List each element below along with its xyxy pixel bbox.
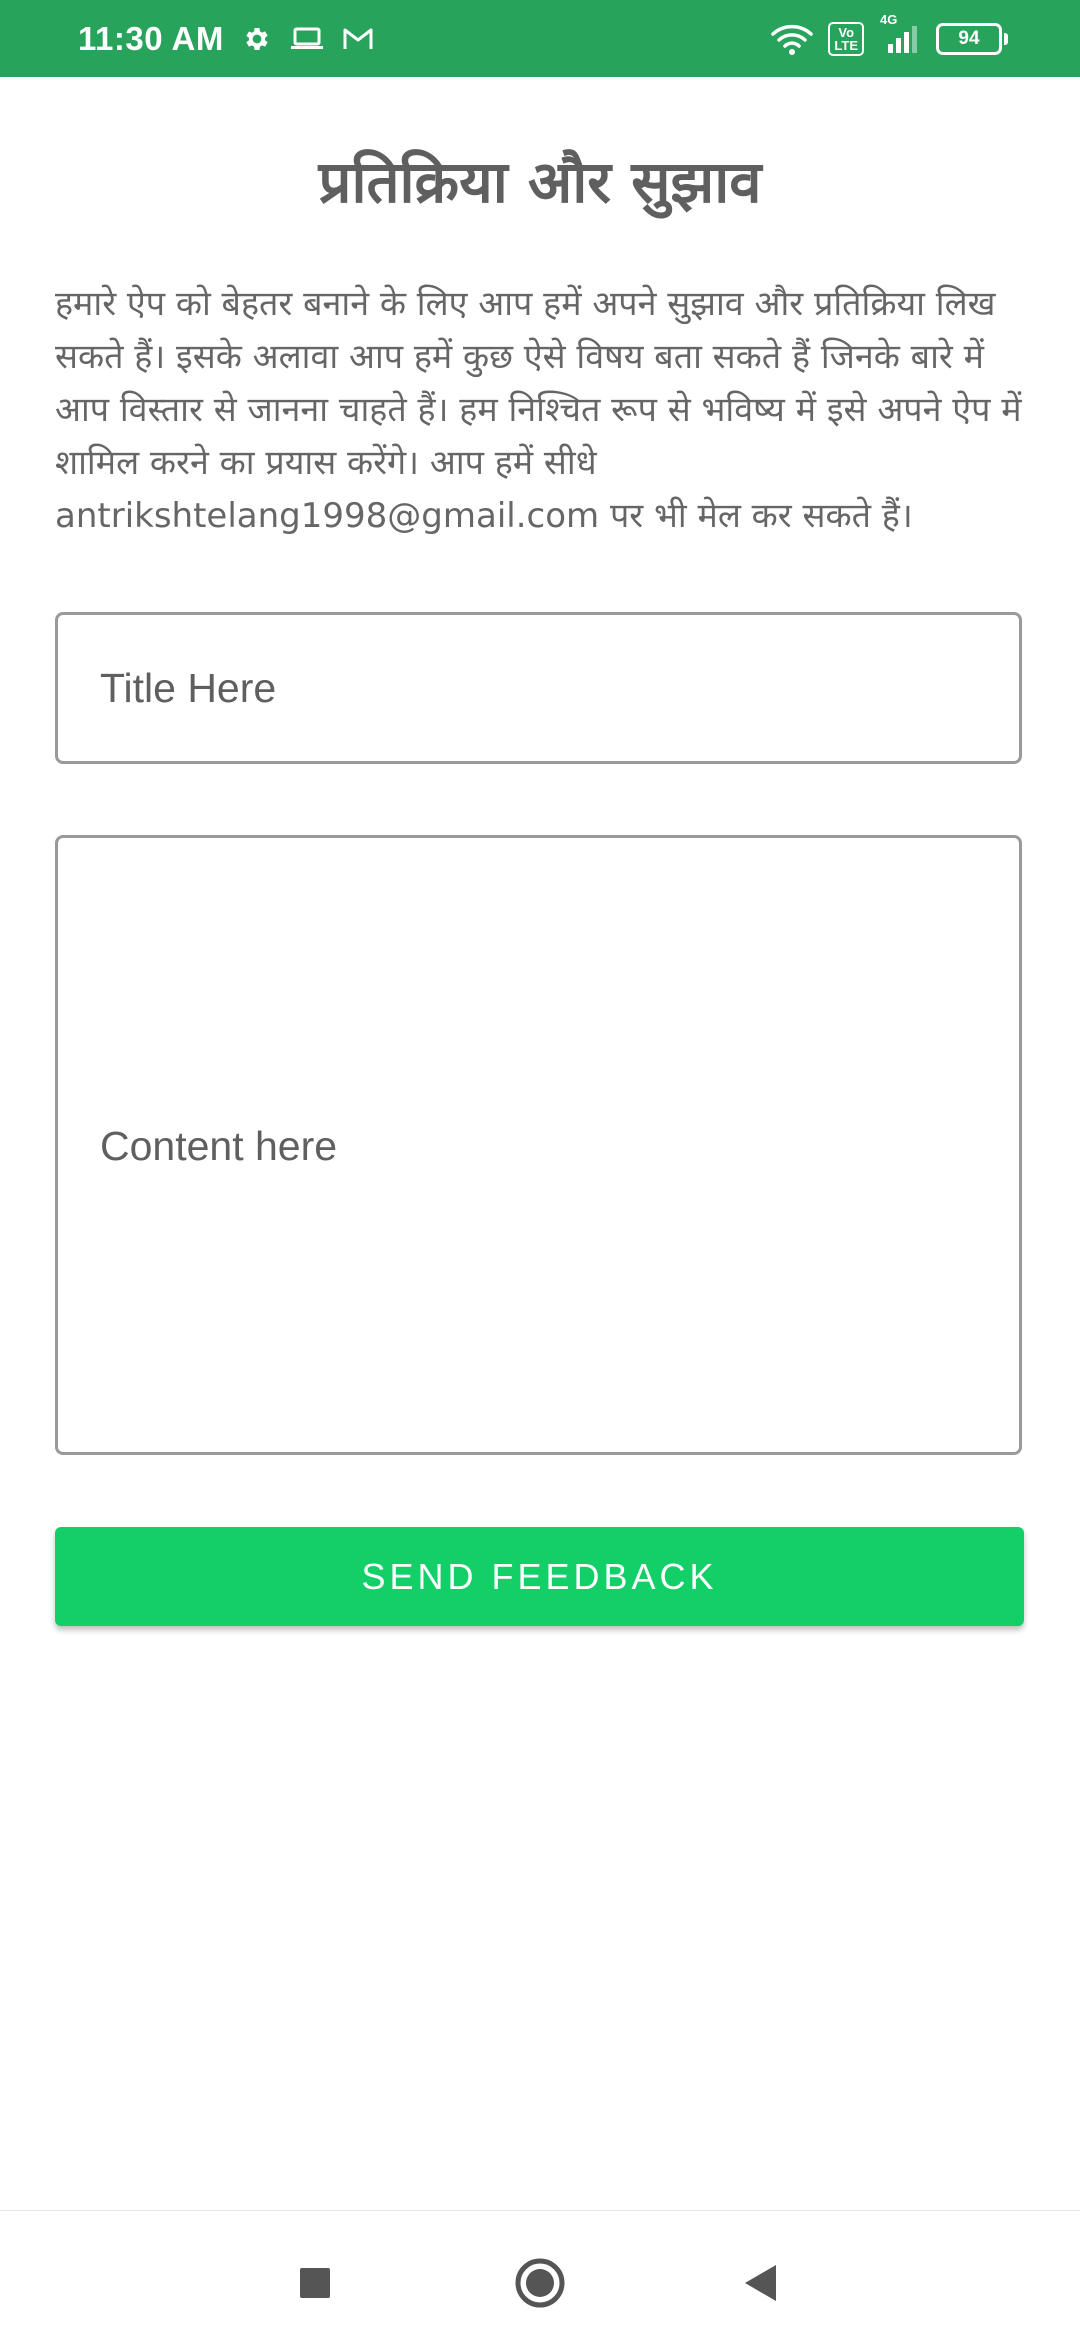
title-input[interactable] — [55, 612, 1022, 764]
status-right: Vo LTE 4G 94 — [770, 12, 1008, 56]
volte-badge: Vo LTE — [828, 21, 864, 56]
page-title: प्रतिक्रिया और सुझाव — [318, 148, 762, 216]
status-left: 11:30 AM — [78, 20, 374, 58]
lte-text: LTE — [834, 37, 858, 53]
back-icon[interactable] — [730, 2253, 790, 2313]
recents-icon[interactable] — [285, 2253, 345, 2313]
system-nav-bar — [0, 2210, 1080, 2341]
battery-indicator: 94 — [936, 22, 1008, 55]
gmail-icon — [342, 26, 374, 52]
feedback-description: हमारे ऐप को बेहतर बनाने के लिए आप हमें अ… — [55, 284, 1022, 536]
send-feedback-button[interactable]: SEND FEEDBACK — [55, 1527, 1024, 1626]
settings-gear-icon — [242, 24, 272, 54]
cell-signal-icon: 4G — [878, 12, 922, 56]
wifi-icon — [770, 22, 814, 56]
laptop-icon — [290, 26, 324, 52]
home-icon[interactable] — [510, 2253, 570, 2313]
network-type-label: 4G — [880, 11, 898, 27]
status-time: 11:30 AM — [78, 19, 224, 57]
content-textarea[interactable] — [55, 835, 1022, 1455]
status-bar: 11:30 AM Vo LTE 4G 94 — [0, 0, 1080, 77]
